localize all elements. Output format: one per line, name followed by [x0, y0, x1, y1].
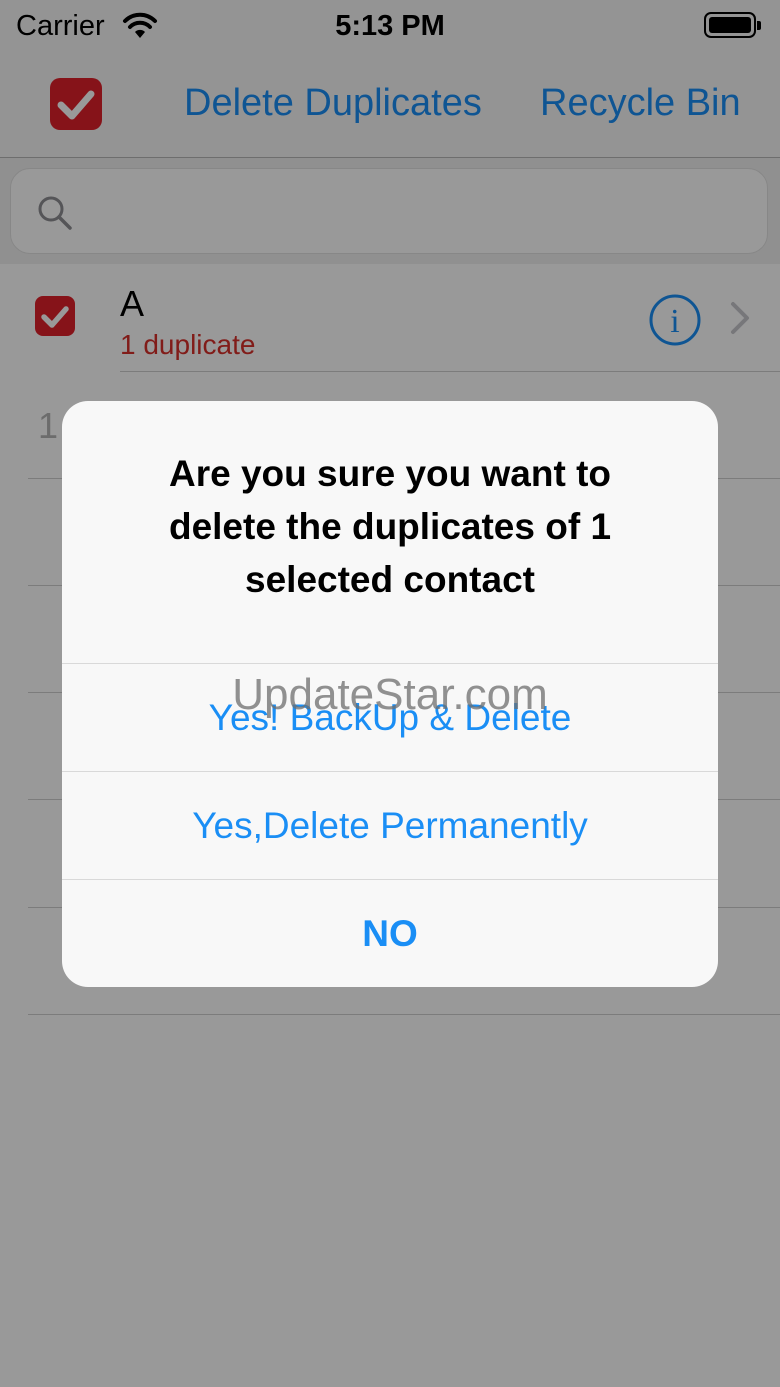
no-button[interactable]: NO [62, 879, 718, 986]
alert-message: Are you sure you want to delete the dupl… [168, 453, 612, 600]
watermark: UpdateStar.com [232, 670, 548, 719]
delete-permanently-button[interactable]: Yes,Delete Permanently [62, 771, 718, 878]
app-screen: Carrier 5:13 PM Delete Duplicates Recycl… [0, 0, 780, 1387]
